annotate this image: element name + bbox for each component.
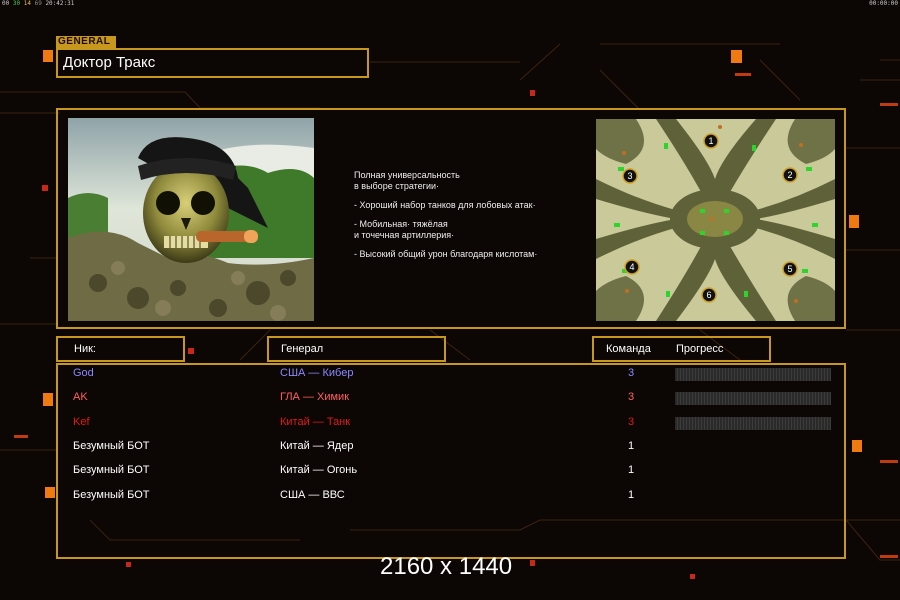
player-nick: Kef — [73, 416, 90, 428]
nick-header: Ник: — [56, 336, 185, 362]
general-tag: GENERAL — [56, 36, 116, 48]
player-nick: God — [73, 367, 94, 379]
player-team[interactable]: 1 — [628, 464, 634, 477]
start-position-marker[interactable]: 4 — [624, 259, 640, 275]
progress-header-label: Прогресс — [676, 343, 724, 355]
start-position-label: 4 — [629, 262, 634, 272]
start-position-label: 3 — [627, 171, 632, 181]
status-value: 30 — [12, 0, 21, 7]
player-team[interactable]: 1 — [628, 489, 634, 502]
start-position-label: 2 — [787, 170, 792, 180]
general-name: Доктор Тракс — [56, 48, 369, 78]
clock: 20:42:31 — [45, 0, 75, 7]
player-nick: Безумный БОТ — [73, 489, 150, 501]
start-position-marker[interactable]: 3 — [622, 168, 638, 184]
status-value: 00 — [2, 0, 10, 7]
start-position-marker[interactable]: 6 — [701, 287, 717, 303]
player-nick: Безумный БОТ — [73, 440, 150, 452]
player-nick: Безумный БОТ — [73, 464, 150, 476]
start-position-label: 5 — [787, 264, 792, 274]
desc-line: - Хороший набор танков для лобовых атак· — [354, 200, 536, 210]
desc-line: - Мобильная· тяжёлая и точечная артиллери… — [354, 219, 455, 240]
player-general[interactable]: ГЛА — Химик — [280, 391, 349, 404]
timer: 00:00:00 — [869, 0, 898, 7]
progress-bar — [675, 368, 831, 381]
player-general[interactable]: США — ВВС — [280, 489, 345, 502]
team-progress-header: Команда Прогресс — [592, 336, 771, 362]
top-status-left: 00 30 14 69 20:42:31 — [2, 0, 74, 8]
player-nick: AK — [73, 391, 88, 403]
player-general[interactable]: Китай — Огонь — [280, 464, 357, 477]
general-description: Полная универсальность в выборе стратегии… — [354, 170, 584, 268]
map-preview[interactable]: 1 2 3 4 5 6 — [596, 119, 835, 321]
start-position-marker[interactable]: 2 — [782, 167, 798, 183]
player-general[interactable]: США — Кибер — [280, 367, 353, 380]
team-header-label: Команда — [606, 343, 651, 355]
general-header-label: Генерал — [281, 343, 324, 355]
general-header: Генерал — [267, 336, 446, 362]
status-value: 14 — [23, 0, 31, 7]
progress-bar — [675, 417, 831, 430]
start-position-marker[interactable]: 1 — [703, 133, 719, 149]
general-portrait — [68, 118, 314, 321]
desc-line: - Высокий общий урон благодаря кислотам· — [354, 249, 538, 259]
nick-header-label: Ник: — [74, 343, 96, 355]
start-position-marker[interactable]: 5 — [782, 261, 798, 277]
start-position-label: 1 — [708, 136, 713, 146]
player-team[interactable]: 3 — [628, 391, 634, 404]
status-value: 69 — [34, 0, 42, 7]
top-status-right: 00:00:00 — [869, 0, 898, 8]
desc-line: Полная универсальность в выборе стратегии… — [354, 170, 460, 191]
progress-bar — [675, 392, 831, 405]
start-position-label: 6 — [706, 290, 711, 300]
resolution-watermark: 2160 x 1440 — [380, 553, 513, 580]
player-team[interactable]: 3 — [628, 367, 634, 380]
player-general[interactable]: Китай — Ядер — [280, 440, 353, 453]
player-general[interactable]: Китай — Танк — [280, 416, 350, 429]
player-team[interactable]: 3 — [628, 416, 634, 429]
player-team[interactable]: 1 — [628, 440, 634, 453]
